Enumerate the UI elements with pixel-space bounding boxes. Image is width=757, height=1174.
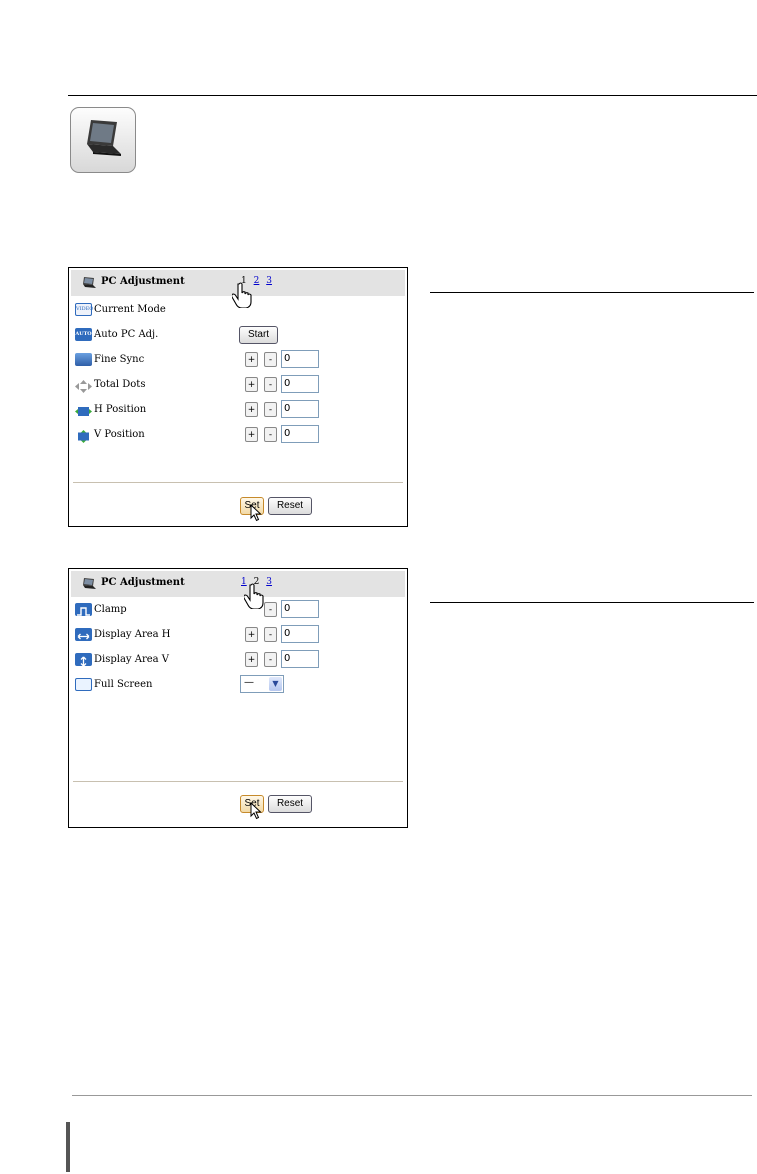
v-position-icon xyxy=(75,428,92,443)
display-area-h-value[interactable]: 0 xyxy=(281,625,319,643)
row-label: H Position xyxy=(94,404,147,415)
minus-button[interactable]: - xyxy=(264,352,277,367)
page-link-3[interactable]: 3 xyxy=(266,276,272,286)
h-position-value[interactable]: 0 xyxy=(281,400,319,418)
laptop-icon xyxy=(81,576,97,595)
panel-title: PC Adjustment xyxy=(101,276,185,287)
plus-button[interactable]: + xyxy=(245,427,258,442)
panel-divider xyxy=(73,781,403,782)
arrow-cursor-icon xyxy=(250,503,262,526)
clamp-icon xyxy=(75,603,92,616)
row-full-screen: Full Screen — ▼ xyxy=(75,675,395,695)
fine-sync-icon xyxy=(75,353,92,366)
page-edge-mark xyxy=(66,1122,70,1172)
display-area-v-icon xyxy=(75,653,92,667)
display-area-v-value[interactable]: 0 xyxy=(281,650,319,668)
row-total-dots: Total Dots + - 0 xyxy=(75,375,395,395)
video-icon: VIDEO xyxy=(75,303,93,316)
row-label: Display Area H xyxy=(94,629,171,640)
plus-button[interactable]: + xyxy=(245,402,258,417)
row-auto-pc-adj: AUTO Auto PC Adj. Start xyxy=(75,326,395,345)
minus-button[interactable]: - xyxy=(264,652,277,667)
plus-button[interactable]: + xyxy=(245,352,258,367)
top-rule xyxy=(68,95,757,96)
arrow-cursor-icon xyxy=(250,801,262,824)
full-screen-icon xyxy=(75,678,92,691)
v-position-value[interactable]: 0 xyxy=(281,425,319,443)
total-dots-value[interactable]: 0 xyxy=(281,375,319,393)
row-label: Full Screen xyxy=(94,679,153,690)
reset-button[interactable]: Reset xyxy=(268,497,312,515)
row-label: Current Mode xyxy=(94,304,166,315)
row-display-area-h: Display Area H + - 0 xyxy=(75,625,395,645)
row-current-mode: VIDEO Current Mode xyxy=(75,302,395,320)
plus-button[interactable]: + xyxy=(245,627,258,642)
pc-adjustment-panel-page1: PC Adjustment 1 2 3 VIDEO Current Mode A… xyxy=(68,267,408,527)
row-label: Auto PC Adj. xyxy=(94,329,159,340)
footer-rule xyxy=(72,1095,752,1096)
start-button[interactable]: Start xyxy=(239,326,278,344)
page-link-3[interactable]: 3 xyxy=(266,577,272,587)
reset-button[interactable]: Reset xyxy=(268,795,312,813)
pc-adjustment-panel-page2: PC Adjustment 1 2 3 Clamp - 0 Display Ar… xyxy=(68,568,408,828)
total-dots-icon xyxy=(75,378,92,393)
select-value: — xyxy=(244,677,254,688)
chevron-down-icon[interactable]: ▼ xyxy=(269,677,282,691)
row-label: V Position xyxy=(94,429,145,440)
display-area-h-icon xyxy=(75,628,92,641)
fine-sync-value[interactable]: 0 xyxy=(281,350,319,368)
laptop-icon xyxy=(70,107,136,173)
row-label: Clamp xyxy=(94,604,127,615)
row-fine-sync: Fine Sync + - 0 xyxy=(75,350,395,370)
minus-button[interactable]: - xyxy=(264,627,277,642)
section-rule xyxy=(430,292,754,293)
full-screen-select[interactable]: — ▼ xyxy=(240,675,284,693)
minus-button[interactable]: - xyxy=(264,377,277,392)
minus-button[interactable]: - xyxy=(264,427,277,442)
section-rule xyxy=(430,602,754,603)
h-position-icon xyxy=(75,403,92,416)
plus-button[interactable]: + xyxy=(245,652,258,667)
laptop-icon xyxy=(81,275,97,294)
page-link-2[interactable]: 2 xyxy=(254,276,260,286)
panel-title: PC Adjustment xyxy=(101,577,185,588)
row-display-area-v: Display Area V + - 0 xyxy=(75,650,395,670)
panel-header: PC Adjustment 1 2 3 xyxy=(71,571,405,597)
panel-divider xyxy=(73,482,403,483)
row-label: Total Dots xyxy=(94,379,146,390)
row-h-position: H Position + - 0 xyxy=(75,400,395,420)
minus-button[interactable]: - xyxy=(264,402,277,417)
row-clamp: Clamp - 0 xyxy=(75,600,395,620)
row-v-position: V Position + - 0 xyxy=(75,425,395,445)
minus-button[interactable]: - xyxy=(264,602,277,617)
row-label: Fine Sync xyxy=(94,354,145,365)
plus-button[interactable]: + xyxy=(245,377,258,392)
auto-icon: AUTO xyxy=(75,328,92,341)
row-label: Display Area V xyxy=(94,654,170,665)
clamp-value[interactable]: 0 xyxy=(281,600,319,618)
